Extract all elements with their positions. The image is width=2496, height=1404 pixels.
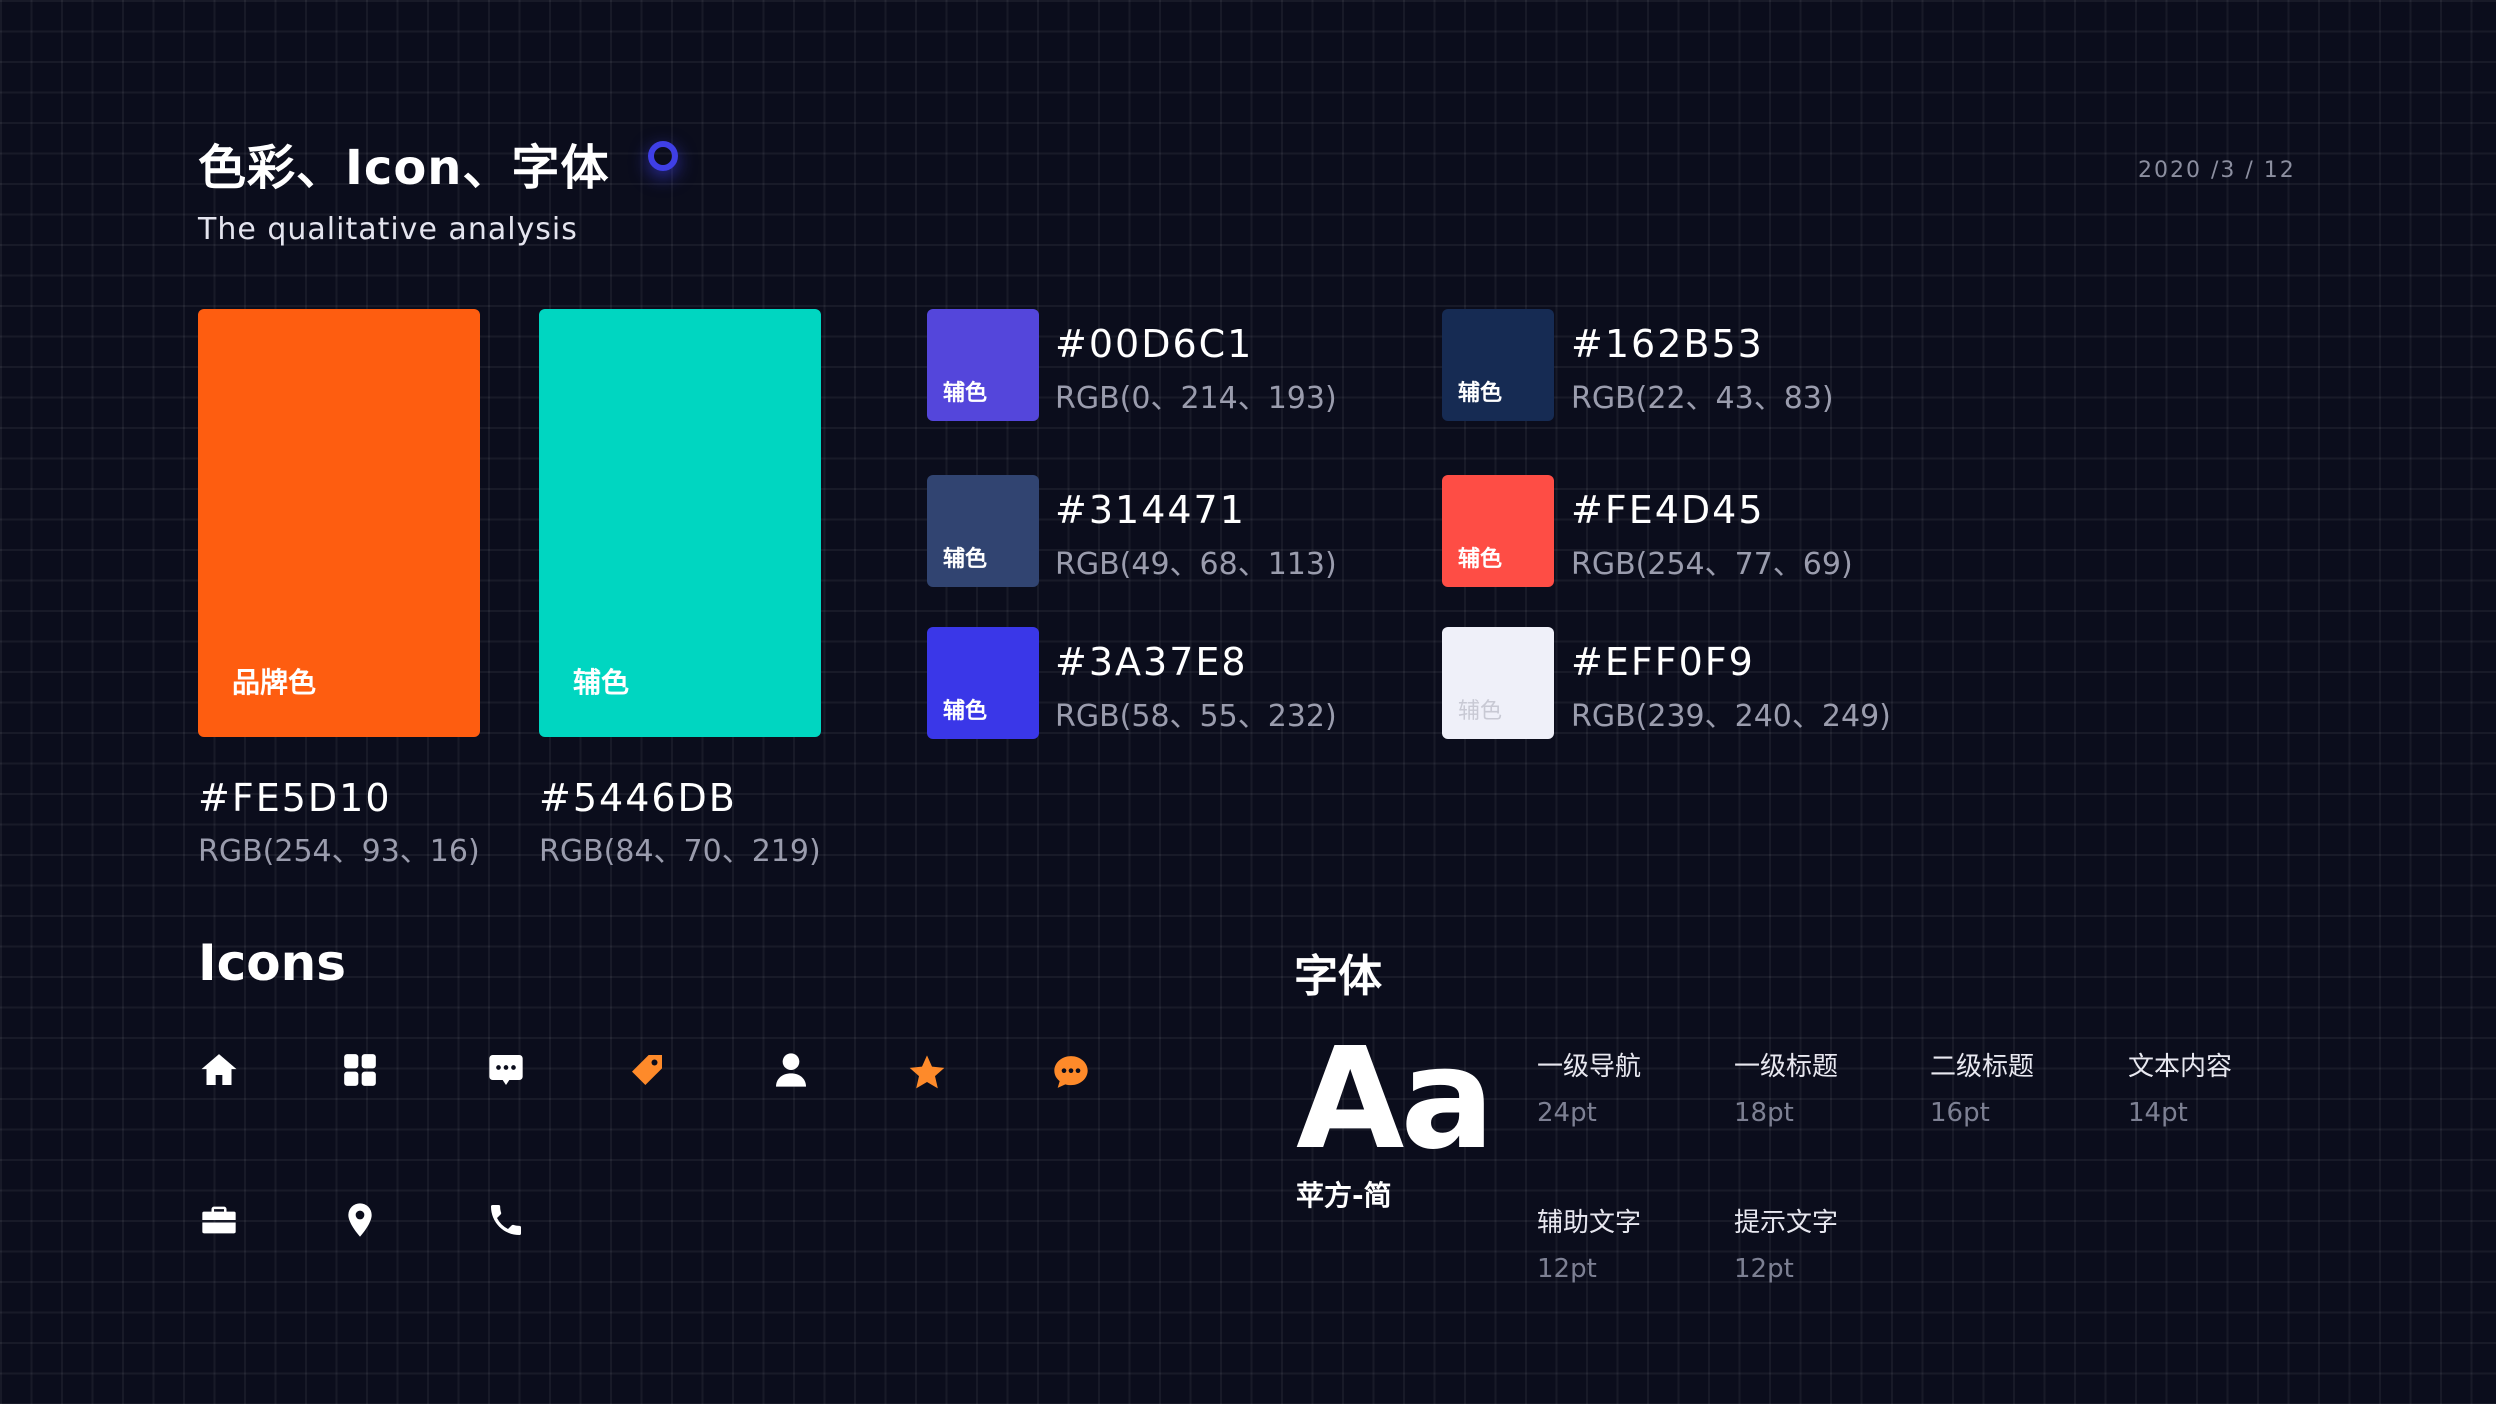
ring-dot-icon <box>648 141 678 171</box>
color-swatch: 辅色 <box>927 309 1039 421</box>
color-rgb: RGB(49、68、113) <box>1055 547 1337 582</box>
swatch-label: 辅色 <box>943 547 988 572</box>
home-icon <box>199 1050 239 1090</box>
color-hex: #314471 <box>1055 488 1246 532</box>
font-spec-size: 24pt <box>1537 1098 1597 1128</box>
color-swatch: 辅色 <box>927 475 1039 587</box>
font-spec-label: 一级导航 <box>1537 1052 1642 1082</box>
secondary-color-swatch: 辅色 <box>539 309 821 737</box>
swatch-label: 辅色 <box>1458 381 1503 406</box>
font-spec-size: 18pt <box>1734 1098 1794 1128</box>
swatch-label: 品牌色 <box>232 666 317 699</box>
swatch-label: 辅色 <box>943 699 988 724</box>
color-hex: #FE5D10 <box>198 776 392 820</box>
color-hex: #5446DB <box>539 776 737 820</box>
font-spec-label: 提示文字 <box>1734 1208 1839 1238</box>
font-spec-label: 二级标题 <box>1930 1052 2035 1082</box>
location-pin-icon <box>340 1200 380 1240</box>
briefcase-icon <box>199 1200 239 1240</box>
color-rgb: RGB(0、214、193) <box>1055 381 1337 416</box>
font-spec-size: 14pt <box>2128 1098 2188 1128</box>
brand-color-swatch: 品牌色 <box>198 309 480 737</box>
swatch-label: 辅色 <box>1458 547 1503 572</box>
font-name: 苹方-简 <box>1296 1179 1392 1212</box>
font-sample: Aa <box>1296 1018 1495 1181</box>
swatch-label: 辅色 <box>573 666 630 699</box>
color-rgb: RGB(22、43、83) <box>1571 381 1834 416</box>
font-spec-label: 文本内容 <box>2128 1052 2233 1082</box>
font-spec-size: 12pt <box>1537 1254 1597 1284</box>
message-icon <box>486 1050 526 1090</box>
star-icon <box>907 1052 947 1092</box>
color-swatch: 辅色 <box>1442 627 1554 739</box>
color-hex: #3A37E8 <box>1055 640 1248 684</box>
font-spec-size: 12pt <box>1734 1254 1794 1284</box>
swatch-label: 辅色 <box>1458 699 1503 724</box>
phone-icon <box>486 1200 526 1240</box>
font-spec-label: 辅助文字 <box>1537 1208 1642 1238</box>
user-icon <box>771 1050 811 1090</box>
color-hex: #00D6C1 <box>1055 322 1254 366</box>
font-section-title: 字体 <box>1294 951 1382 1002</box>
color-rgb: RGB(254、77、69) <box>1571 547 1853 582</box>
page-subtitle: The qualitative analysis <box>198 212 578 247</box>
color-swatch: 辅色 <box>1442 475 1554 587</box>
grid-icon <box>340 1050 380 1090</box>
tag-icon <box>627 1050 667 1090</box>
color-swatch: 辅色 <box>1442 309 1554 421</box>
swatch-label: 辅色 <box>943 381 988 406</box>
color-rgb: RGB(254、93、16) <box>198 834 480 869</box>
color-rgb: RGB(58、55、232) <box>1055 699 1337 734</box>
date-label: 2020 /3 / 12 <box>2138 158 2296 183</box>
font-spec-size: 16pt <box>1930 1098 1990 1128</box>
chat-icon <box>1051 1052 1091 1092</box>
color-hex: #FE4D45 <box>1571 488 1765 532</box>
page-title: 色彩、Icon、字体 <box>198 140 610 196</box>
icons-section-title: Icons <box>198 934 346 992</box>
color-swatch: 辅色 <box>927 627 1039 739</box>
color-hex: #EFF0F9 <box>1571 640 1755 684</box>
color-hex: #162B53 <box>1571 322 1764 366</box>
color-rgb: RGB(84、70、219) <box>539 834 821 869</box>
color-rgb: RGB(239、240、249) <box>1571 699 1891 734</box>
font-spec-label: 一级标题 <box>1734 1052 1839 1082</box>
